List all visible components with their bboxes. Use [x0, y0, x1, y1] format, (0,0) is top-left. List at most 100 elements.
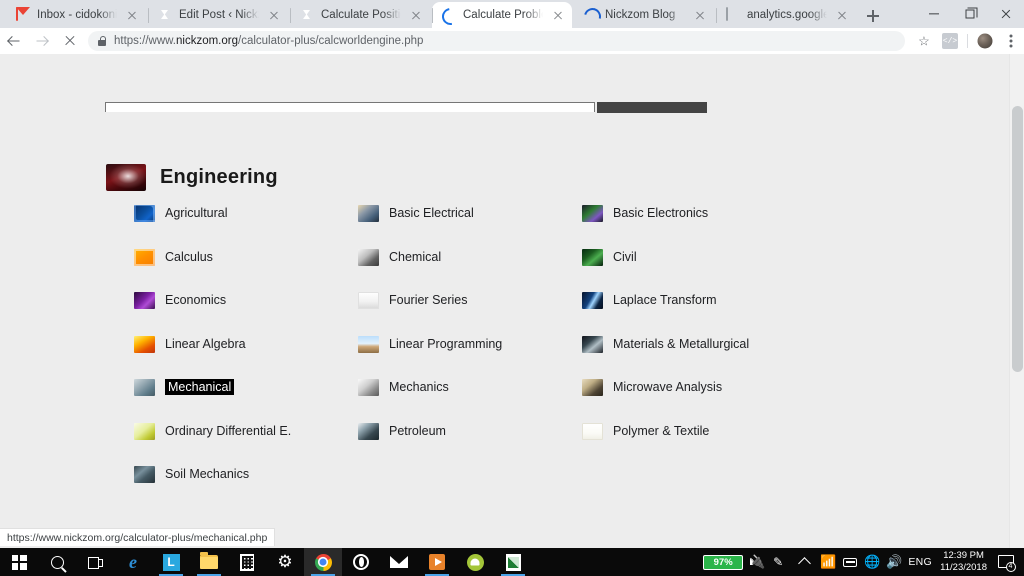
basic-electrical-icon: [358, 204, 379, 222]
list-item[interactable]: Mechanics: [358, 378, 449, 396]
calculator-button[interactable]: [228, 548, 266, 576]
notification-center-button[interactable]: 4: [992, 548, 1020, 576]
list-item[interactable]: Calculus: [134, 248, 213, 266]
tab-title: Calculate Problems | Eng: [463, 9, 543, 21]
list-item[interactable]: Basic Electronics: [582, 204, 708, 222]
soil-mechanics-icon: [134, 465, 155, 483]
chrome-menu-icon[interactable]: [998, 28, 1024, 54]
profile-avatar[interactable]: [972, 28, 998, 54]
list-item[interactable]: Laplace Transform: [582, 291, 717, 309]
search-button[interactable]: [38, 548, 76, 576]
settings-button[interactable]: [266, 548, 304, 576]
list-item[interactable]: Soil Mechanics: [134, 465, 249, 483]
list-item-mechanical-selected[interactable]: Mechanical: [134, 378, 235, 396]
loading-spinner-icon: [584, 8, 598, 22]
media-player-button[interactable]: [418, 548, 456, 576]
tab-title: Calculate Position of Tu: [321, 9, 401, 21]
materials-metallurgical-icon: [582, 335, 603, 353]
status-bar-link: https://www.nickzom.org/calculator-plus/…: [0, 528, 276, 546]
spreadsheet-button[interactable]: [494, 548, 532, 576]
app-l-button[interactable]: L: [152, 548, 190, 576]
chrome-button[interactable]: [304, 548, 342, 576]
stop-loading-button[interactable]: [56, 28, 84, 54]
list-item[interactable]: Petroleum: [358, 422, 446, 440]
ordinary-differential-icon: [134, 422, 155, 440]
mail-icon: [390, 556, 408, 568]
scrollbar-thumb[interactable]: [1012, 106, 1023, 372]
list-item[interactable]: Chemical: [358, 248, 441, 266]
search-input-partial[interactable]: [105, 102, 595, 112]
keyboard-icon[interactable]: [839, 548, 861, 576]
letter-l-icon: L: [162, 553, 180, 571]
browser-tab-3-active[interactable]: Calculate Problems | Eng: [432, 2, 572, 28]
tab-title: Nickzom Blog: [605, 9, 676, 21]
clock[interactable]: 12:39 PM 11/23/2018: [935, 548, 992, 576]
chemical-icon: [358, 248, 379, 266]
close-icon[interactable]: [266, 7, 282, 23]
status-bar-url: https://www.nickzom.org/calculator-plus/…: [7, 531, 268, 544]
chevron-up-icon[interactable]: [791, 548, 817, 576]
back-button[interactable]: [0, 28, 28, 54]
file-explorer-button[interactable]: [190, 548, 228, 576]
list-item[interactable]: Ordinary Differential E.: [134, 422, 291, 440]
url-scheme: https://www.: [114, 35, 176, 47]
close-icon[interactable]: [834, 7, 850, 23]
list-item[interactable]: Linear Programming: [358, 335, 502, 353]
start-button[interactable]: [0, 548, 38, 576]
linear-programming-icon: [358, 335, 379, 353]
list-item-label: Calculus: [165, 250, 213, 264]
list-item[interactable]: Fourier Series: [358, 291, 468, 309]
windows-taskbar: e L ⚙ 97% 🔌 ✎ 📶 🌐 🔊 ENG 12:39 PM 11/23/2…: [0, 548, 1024, 576]
list-item[interactable]: Basic Electrical: [358, 204, 474, 222]
list-item[interactable]: Materials & Metallurgical: [582, 335, 749, 353]
opera-button[interactable]: [342, 548, 380, 576]
edge-button[interactable]: e: [114, 548, 152, 576]
browser-tab-5[interactable]: analytics.google.com: [716, 2, 856, 28]
tab-title: Edit Post ‹ Nickzom Blog: [179, 9, 259, 21]
power-plug-icon[interactable]: 🔌: [749, 548, 765, 576]
extension-icon[interactable]: </>: [937, 28, 963, 54]
close-icon[interactable]: [408, 7, 424, 23]
mechanical-icon: [134, 378, 155, 396]
bookmark-star-icon[interactable]: ☆: [911, 28, 937, 54]
battery-status[interactable]: 97%: [697, 548, 749, 576]
minimize-button[interactable]: [916, 0, 952, 28]
page-title: Engineering: [106, 164, 278, 191]
network-icon[interactable]: 🌐: [861, 548, 883, 576]
new-tab-button[interactable]: [862, 5, 884, 27]
calculator-icon: [240, 553, 254, 571]
language-indicator[interactable]: ENG: [905, 548, 935, 576]
browser-tab-2[interactable]: Calculate Position of Tu: [290, 2, 430, 28]
list-item[interactable]: Polymer & Textile: [582, 422, 709, 440]
mail-button[interactable]: [380, 548, 418, 576]
address-bar[interactable]: https://www.nickzom.org/calculator-plus/…: [88, 31, 905, 51]
close-icon[interactable]: [692, 7, 708, 23]
android-studio-button[interactable]: [456, 548, 494, 576]
page-viewport: Engineering Agricultural Calculus Econom…: [0, 54, 1024, 548]
close-icon[interactable]: [550, 7, 566, 23]
maximize-restore-button[interactable]: [952, 0, 988, 28]
volume-icon[interactable]: 🔊: [883, 548, 905, 576]
task-view-button[interactable]: [76, 548, 114, 576]
browser-tab-0[interactable]: Inbox - cidokonicholas@: [6, 2, 146, 28]
list-item-label: Chemical: [389, 250, 442, 264]
list-item[interactable]: Agricultural: [134, 204, 228, 222]
close-window-button[interactable]: [988, 0, 1024, 28]
pen-icon[interactable]: ✎: [765, 548, 791, 576]
close-icon[interactable]: [124, 7, 140, 23]
search-icon: [50, 555, 64, 569]
edge-icon: e: [129, 552, 137, 572]
list-item[interactable]: Linear Algebra: [134, 335, 246, 353]
list-item[interactable]: Economics: [134, 291, 226, 309]
list-item[interactable]: Civil: [582, 248, 637, 266]
browser-tab-1[interactable]: Edit Post ‹ Nickzom Blog: [148, 2, 288, 28]
browser-tab-4[interactable]: Nickzom Blog: [574, 2, 714, 28]
gmail-icon: [16, 7, 30, 22]
vertical-scrollbar[interactable]: [1009, 54, 1024, 548]
wifi-icon[interactable]: 📶: [817, 548, 839, 576]
list-item[interactable]: Microwave Analysis: [582, 378, 722, 396]
list-item-label: Civil: [613, 250, 637, 264]
windows-start-icon: [11, 554, 27, 570]
search-button-partial[interactable]: [597, 102, 707, 113]
forward-button[interactable]: [28, 28, 56, 54]
